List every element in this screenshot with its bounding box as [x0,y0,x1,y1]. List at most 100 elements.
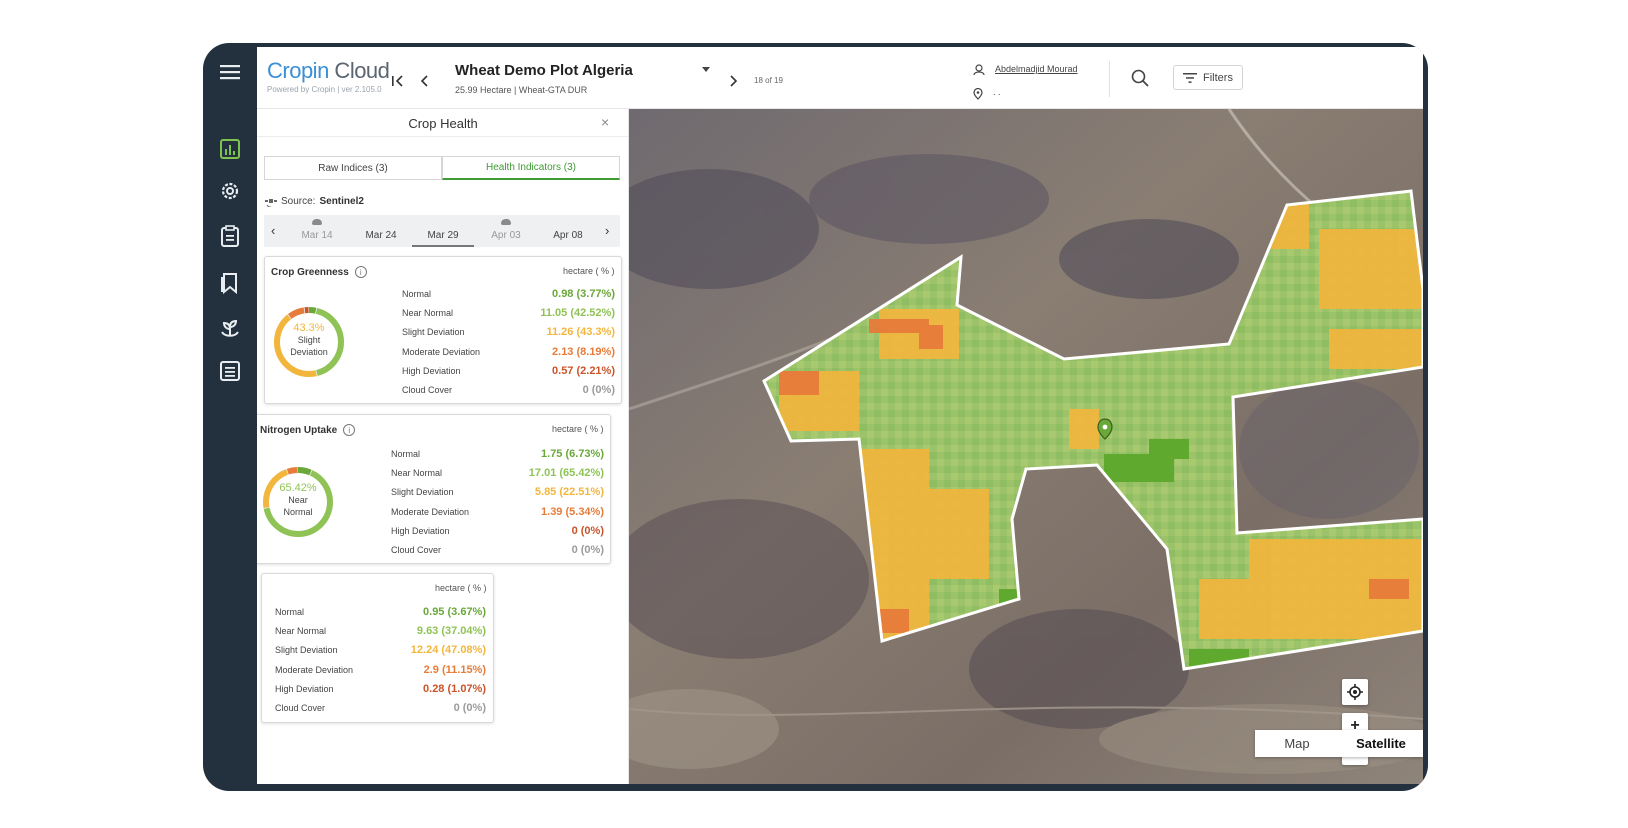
legend-label: Normal [275,607,305,617]
legend-label: Moderate Deviation [391,506,470,517]
legend-label: Cloud Cover [402,384,453,395]
menu-icon[interactable] [217,59,243,85]
legend-label: Slight Deviation [275,645,338,656]
info-icon[interactable]: i [354,266,367,278]
legend-rows: Normal 0.95 (3.67%) Near Normal 9.63 (37.04… [275,604,486,719]
card-title-text: Crop Greenness [271,266,349,278]
source-value: Sentinel2 [319,195,364,207]
legend-label: Near Normal [402,308,454,319]
tab-health-indicators[interactable]: Health Indicators (3) [442,156,620,180]
user-location: . . [993,87,1001,97]
date-label: Apr 08 [553,230,583,241]
date-mar-14[interactable]: Mar 14 [286,215,348,247]
legend-value: 5.85 (22.51%) [534,486,604,499]
legend-value: 2.9 (11.15%) [423,663,486,676]
crop-greenness-card[interactable]: Crop Greenness i hectare ( % ) 43.3% Sli… [264,256,622,404]
legend-label: Moderate Deviation [402,346,481,357]
legend-label: Normal [391,449,421,459]
legend-row: Near Normal 17.01 (65.42%) [391,465,604,484]
main-screen: Cropin Cloud Powered by Cropin | ver 2.1… [257,47,1423,784]
date-apr-03[interactable]: Apr 03 [475,215,537,247]
date-label: Mar 29 [412,230,474,247]
first-plot-button[interactable] [390,73,406,89]
legend-rows: Normal 0.98 (3.77%) Near Normal 11.05 (42.5… [402,286,615,401]
satellite-view-button[interactable]: Satellite [1339,730,1423,757]
plant-icon[interactable] [217,315,243,341]
logo-text-cropin: Cropin [267,58,329,83]
legend-row: Cloud Cover 0 (0%) [402,382,615,401]
user-name-link[interactable]: Abdelmadjid Mourad [995,64,1078,74]
legend-value: 12.24 (47.08%) [410,644,486,657]
legend-label: Cloud Cover [275,702,326,713]
filters-button[interactable]: Filters [1173,65,1243,90]
legend-label: High Deviation [391,525,450,536]
left-rail [203,43,257,791]
legend-value: 17.01 (65.42%) [528,467,604,480]
legend-label: Cloud Cover [391,544,442,555]
legend-row: Near Normal 9.63 (37.04%) [275,623,486,642]
list-icon[interactable] [217,358,243,384]
legend-value: 11.05 (42.52%) [540,307,615,320]
cropin-logo[interactable]: Cropin Cloud Powered by Cropin | ver 2.1… [267,58,390,95]
app-frame: Cropin Cloud Powered by Cropin | ver 2.1… [203,43,1428,791]
donut-chart: 65.42% Near Normal [261,465,335,539]
plot-details: 25.99 Hectare | Wheat-GTA DUR [455,85,588,95]
next-plot-button[interactable] [725,73,741,89]
bookmark-icon[interactable] [217,270,243,296]
legend-row: Cloud Cover 0 (0%) [391,542,604,561]
card-title-text: Nitrogen Uptake [260,424,338,436]
card-title: Nitrogen Uptake i [260,424,356,436]
tab-raw-indices[interactable]: Raw Indices (3) [264,156,442,180]
legend-rows: Normal 1.75 (6.73%) Near Normal 17.01 (65.4… [391,446,604,561]
legend-row: Near Normal 11.05 (42.52%) [402,305,615,324]
settings-icon[interactable] [217,178,243,204]
legend-label: Slight Deviation [402,327,465,338]
search-icon[interactable] [1131,69,1149,92]
crosshair-icon [1347,684,1363,700]
plot-title[interactable]: Wheat Demo Plot Algeria [455,62,633,79]
locate-me-button[interactable] [1342,679,1368,705]
legend-label: Slight Deviation [391,487,454,498]
satellite-map[interactable]: + - Map Satellite [629,109,1423,784]
cloud-icon [501,219,511,225]
legend-value: 0.28 (1.07%) [423,682,486,695]
filters-label: Filters [1203,71,1233,84]
legend-row: Slight Deviation 11.26 (43.3%) [402,324,615,343]
divider [1109,61,1110,97]
analytics-icon[interactable] [217,136,243,162]
filter-icon [1183,72,1197,83]
legend-label: Near Normal [275,626,327,637]
date-apr-08[interactable]: Apr 08 [537,215,599,247]
legend-row: Moderate Deviation 2.9 (11.15%) [275,662,486,681]
legend-value: 0.95 (3.67%) [423,606,486,618]
legend-row: Normal 1.75 (6.73%) [391,446,604,465]
donut-label: Deviation [290,347,328,357]
legend-row: High Deviation 0 (0%) [391,523,604,542]
unit-label: hectare ( % ) [552,424,604,434]
map-view-button[interactable]: Map [1255,730,1339,757]
clipboard-icon[interactable] [217,223,243,249]
plot-dropdown-caret-icon[interactable] [702,67,710,72]
legend-value: 0.57 (2.21%) [552,364,615,377]
donut-percent: 65.42% [279,482,317,494]
date-mar-29[interactable]: Mar 29 [412,215,474,247]
legend-row: Slight Deviation 12.24 (47.08%) [275,642,486,661]
legend-value: 0 (0%) [582,383,615,396]
legend-row: High Deviation 0.28 (1.07%) [275,681,486,700]
chevron-right-icon[interactable]: › [605,223,609,238]
third-indicator-card[interactable]: hectare ( % ) Normal 0.95 (3.67%) Near Nor… [261,573,494,723]
legend-label: High Deviation [402,365,461,376]
powered-by-text: Powered by Cropin [267,85,336,94]
close-icon[interactable]: × [601,114,609,130]
date-label: Mar 24 [365,230,397,241]
date-mar-24[interactable]: Mar 24 [350,215,412,247]
unit-label: hectare ( % ) [563,266,615,276]
legend-value: 0 (0%) [571,543,604,556]
chevron-left-icon[interactable]: ‹ [271,223,275,238]
legend-label: High Deviation [275,683,334,694]
nitrogen-uptake-card[interactable]: Nitrogen Uptake i hectare ( % ) 65.42% N… [257,414,611,564]
info-icon[interactable]: i [343,424,356,436]
previous-plot-button[interactable] [417,73,433,89]
source-line: Source: Sentinel2 [265,195,364,207]
donut-label: Normal [283,507,313,517]
